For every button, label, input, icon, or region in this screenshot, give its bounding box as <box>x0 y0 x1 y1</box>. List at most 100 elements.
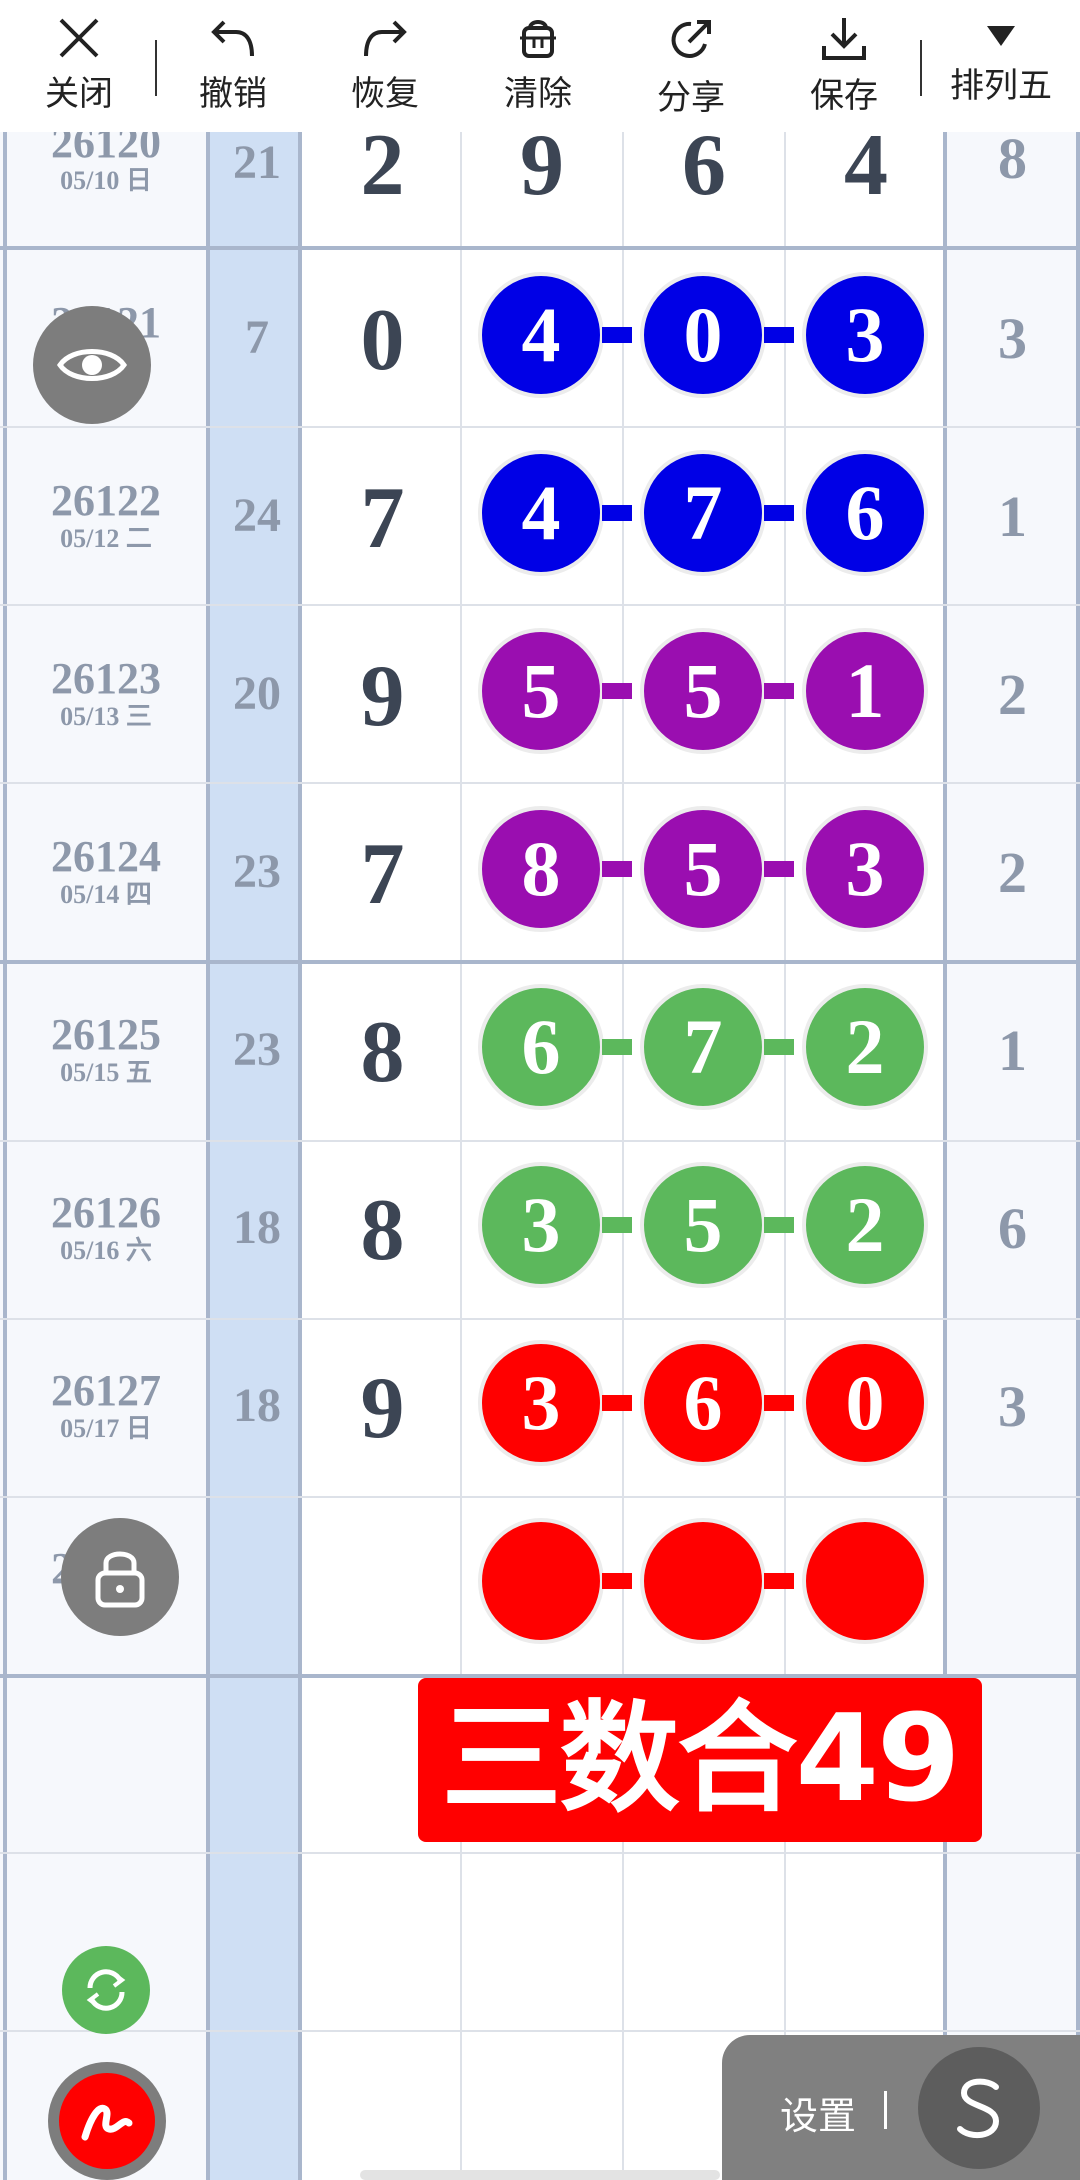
grid-line <box>784 132 786 2180</box>
brush-button[interactable] <box>48 2062 166 2180</box>
sum-value: 18 <box>233 1379 281 1432</box>
issue-cell: 26125 05/15 五 <box>6 1012 206 1088</box>
number-ball <box>802 1518 928 1644</box>
grid-line <box>460 132 462 2180</box>
grid-line <box>0 426 1080 428</box>
tail-value: 3 <box>998 1374 1027 1439</box>
number-ball: 0 <box>640 272 766 398</box>
issue-date: 05/15 五 <box>60 1058 152 1087</box>
issue-cell: 26124 05/14 四 <box>6 834 206 910</box>
number-ball: 3 <box>478 1162 604 1288</box>
issue-cell: 26126 05/16 六 <box>6 1190 206 1266</box>
ball-connector <box>764 1039 794 1055</box>
issue-date: 05/16 六 <box>60 1236 152 1265</box>
lottery-select-button[interactable]: 排列五 <box>942 10 1060 125</box>
redo-button[interactable]: 恢复 <box>330 10 440 125</box>
number-ball: 7 <box>640 450 766 576</box>
issue-date: 05/13 三 <box>60 702 152 731</box>
grid-line <box>0 604 1080 606</box>
grid-line <box>0 782 1080 784</box>
number-ball: 4 <box>478 450 604 576</box>
settings-divider <box>884 2091 887 2129</box>
number-ball: 8 <box>478 806 604 932</box>
settings-label[interactable]: 设置 <box>780 2085 856 2140</box>
top-toolbar: 关闭 撤销 恢复 清除 分享 保存 排列五 <box>0 0 1080 132</box>
number-ball: 3 <box>478 1340 604 1466</box>
issue-column-bg <box>0 132 208 2180</box>
number-ball: 6 <box>478 984 604 1110</box>
home-indicator <box>360 2170 720 2180</box>
issue-number: 26122 <box>51 476 161 525</box>
share-button[interactable]: 分享 <box>636 10 746 125</box>
number-ball: 7 <box>640 984 766 1110</box>
number-ball: 6 <box>802 450 928 576</box>
triangle-down-icon <box>987 26 1015 46</box>
undo-icon <box>211 20 254 57</box>
grid-line <box>0 1318 1080 1320</box>
brush-color-swatch <box>59 2073 155 2169</box>
grid-line <box>298 132 302 2180</box>
number-ball: 0 <box>802 1340 928 1466</box>
first-digit: 9 <box>360 1360 405 1457</box>
grid-line <box>0 1140 1080 1142</box>
tail-value: 2 <box>998 662 1027 727</box>
ball-connector <box>764 327 794 343</box>
brush-icon <box>81 2104 133 2141</box>
ball-connector <box>764 683 794 699</box>
settings-s-button[interactable] <box>918 2047 1040 2169</box>
issue-number: 26125 <box>51 1010 161 1059</box>
lock-button[interactable] <box>61 1518 179 1636</box>
tail-value: 1 <box>998 1018 1027 1083</box>
visibility-button[interactable] <box>33 306 151 424</box>
refresh-button[interactable] <box>62 1946 150 2034</box>
sum-value: 24 <box>233 489 281 542</box>
first-digit: 8 <box>360 1004 405 1101</box>
issue-date: 05/17 日 <box>60 1414 152 1443</box>
number-ball: 3 <box>802 272 928 398</box>
sum-value: 20 <box>233 667 281 720</box>
sum-value: 18 <box>233 1201 281 1254</box>
close-icon <box>59 18 99 58</box>
number-ball: 3 <box>802 806 928 932</box>
ball-connector <box>602 505 632 521</box>
grid-line <box>0 2030 1080 2032</box>
share-label: 分享 <box>657 79 725 117</box>
sum-value: 23 <box>233 1023 281 1076</box>
first-digit: 0 <box>360 292 405 389</box>
ball-connector <box>602 327 632 343</box>
first-digit: 8 <box>360 1182 405 1279</box>
ball-connector <box>602 1039 632 1055</box>
undo-button[interactable]: 撤销 <box>178 10 288 125</box>
ball-connector <box>602 1217 632 1233</box>
issue-date: 05/12 二 <box>60 524 152 553</box>
issue-date: 05/14 四 <box>60 880 152 909</box>
s-logo-icon <box>957 2078 1000 2139</box>
lock-icon <box>95 1551 145 1608</box>
sum-column-bg <box>210 132 300 2180</box>
first-digit: 9 <box>360 648 405 745</box>
ball-connector <box>764 505 794 521</box>
ball-connector <box>764 1395 794 1411</box>
issue-cell: 26122 05/12 二 <box>6 478 206 554</box>
issue-cell: 26123 05/13 三 <box>6 656 206 732</box>
number-ball: 1 <box>802 628 928 754</box>
draw-grid <box>0 132 1080 2180</box>
clear-button[interactable]: 清除 <box>483 10 593 125</box>
issue-number: 26124 <box>51 832 161 881</box>
ball-connector <box>602 1573 632 1589</box>
eye-icon <box>56 349 128 381</box>
issue-number: 26126 <box>51 1188 161 1237</box>
tail-value: 1 <box>998 484 1027 549</box>
close-button[interactable]: 关闭 <box>24 10 134 125</box>
number-ball: 4 <box>478 272 604 398</box>
grid-line <box>943 132 947 2180</box>
issue-number: 26127 <box>51 1366 161 1415</box>
ball-connector <box>764 1573 794 1589</box>
number-ball: 5 <box>640 806 766 932</box>
redo-icon <box>364 20 407 57</box>
ball-connector <box>602 1395 632 1411</box>
grid-line <box>622 132 624 2180</box>
close-label: 关闭 <box>45 75 113 113</box>
highlight-banner: 三数合49 <box>418 1678 982 1842</box>
save-button[interactable]: 保存 <box>789 10 899 125</box>
